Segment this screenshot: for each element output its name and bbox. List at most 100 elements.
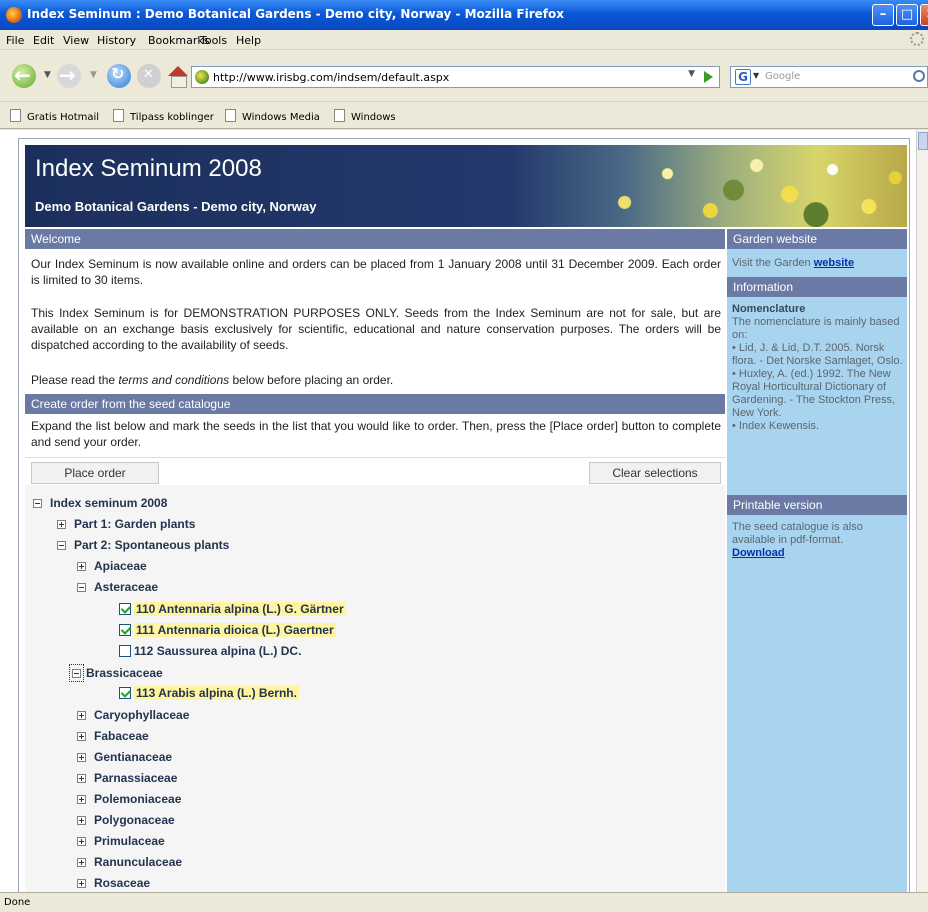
search-placeholder[interactable]: Google bbox=[765, 71, 800, 82]
menu-history[interactable]: History bbox=[97, 34, 136, 47]
website-link[interactable]: website bbox=[814, 257, 854, 269]
menu-edit[interactable]: Edit bbox=[33, 34, 54, 47]
seed-label: 110 Antennaria alpina (L.) G. Gärtner bbox=[134, 602, 346, 616]
stop-button[interactable] bbox=[137, 64, 161, 88]
address-dropdown-icon[interactable]: ▼ bbox=[688, 69, 695, 79]
window-title: Index Seminum : Demo Botanical Gardens -… bbox=[27, 7, 564, 21]
seed-item-110[interactable]: 110 Antennaria alpina (L.) G. Gärtner bbox=[119, 602, 346, 619]
printable-version-text: The seed catalogue is also available in … bbox=[732, 521, 904, 560]
tree-node-asteraceae[interactable]: Asteraceae bbox=[77, 580, 158, 597]
bookmark-windows[interactable]: Windows bbox=[334, 109, 396, 123]
tree-node-part2[interactable]: Part 2: Spontaneous plants bbox=[57, 538, 229, 555]
expand-icon[interactable] bbox=[77, 732, 86, 741]
vertical-scrollbar[interactable] bbox=[916, 130, 928, 892]
site-favicon-icon bbox=[195, 70, 209, 84]
bookmark-label: Gratis Hotmail bbox=[27, 112, 100, 123]
seed-item-113[interactable]: 113 Arabis alpina (L.) Bernh. bbox=[119, 686, 299, 703]
menu-help[interactable]: Help bbox=[236, 34, 261, 47]
clear-selections-button[interactable]: Clear selections bbox=[589, 462, 721, 484]
expand-icon[interactable] bbox=[77, 711, 86, 720]
bookmark-gratis-hotmail[interactable]: Gratis Hotmail bbox=[10, 109, 99, 123]
seed-checkbox-111[interactable] bbox=[119, 624, 131, 636]
minimize-button[interactable]: – bbox=[872, 4, 894, 26]
reload-button[interactable] bbox=[107, 64, 131, 88]
terms-text-after: below before placing an order. bbox=[229, 373, 394, 387]
tree-node-family[interactable]: Polemoniaceae bbox=[77, 792, 181, 809]
tree-node-family[interactable]: Caryophyllaceae bbox=[77, 708, 189, 725]
collapse-icon[interactable] bbox=[57, 541, 66, 550]
tree-node-label: Index seminum 2008 bbox=[50, 496, 168, 510]
tree-node-family[interactable]: Rosaceae bbox=[77, 876, 150, 892]
collapse-icon[interactable] bbox=[77, 583, 86, 592]
tree-node-root[interactable]: Index seminum 2008 bbox=[33, 496, 167, 513]
page-icon bbox=[113, 109, 124, 122]
collapse-icon[interactable] bbox=[72, 669, 81, 678]
home-button[interactable] bbox=[166, 64, 190, 88]
back-history-dropdown-icon[interactable]: ▼ bbox=[44, 70, 51, 80]
tree-node-family[interactable]: Ranunculaceae bbox=[77, 855, 182, 872]
tree-node-label: Polygonaceae bbox=[94, 813, 175, 827]
bookmark-label: Windows bbox=[351, 112, 396, 123]
seed-label: 113 Arabis alpina (L.) Bernh. bbox=[134, 686, 299, 700]
page-subtitle: Demo Botanical Gardens - Demo city, Norw… bbox=[35, 199, 317, 214]
download-link[interactable]: Download bbox=[732, 547, 785, 559]
expand-icon[interactable] bbox=[77, 795, 86, 804]
tree-node-family[interactable]: Primulaceae bbox=[77, 834, 165, 851]
tree-node-brassicaceae[interactable]: Brassicaceae bbox=[69, 664, 163, 682]
forward-button[interactable] bbox=[57, 63, 81, 88]
maximize-button[interactable]: □ bbox=[896, 4, 918, 26]
seed-checkbox-112[interactable] bbox=[119, 645, 131, 657]
bookmark-tilpass-koblinger[interactable]: Tilpass koblinger bbox=[113, 109, 214, 123]
tree-node-label: Part 2: Spontaneous plants bbox=[74, 538, 230, 552]
flowers-image bbox=[585, 145, 907, 227]
expand-icon[interactable] bbox=[77, 774, 86, 783]
window-titlebar: Index Seminum : Demo Botanical Gardens -… bbox=[0, 0, 928, 30]
expand-icon[interactable] bbox=[77, 879, 86, 888]
tree-node-family[interactable]: Parnassiaceae bbox=[77, 771, 177, 788]
menu-view[interactable]: View bbox=[63, 34, 89, 47]
nomenclature-line: • Lid, J. & Lid, D.T. 2005. Norsk flora.… bbox=[732, 342, 903, 367]
close-button[interactable]: ✕ bbox=[920, 4, 928, 26]
expand-icon[interactable] bbox=[77, 816, 86, 825]
address-url[interactable]: http://www.irisbg.com/indsem/default.asp… bbox=[213, 71, 449, 84]
menu-tools[interactable]: Tools bbox=[200, 34, 227, 47]
terms-link[interactable]: terms and conditions bbox=[118, 373, 229, 387]
page-viewport: Index Seminum 2008 Demo Botanical Garden… bbox=[0, 130, 928, 892]
seed-checkbox-113[interactable] bbox=[119, 687, 131, 699]
status-bar: Done bbox=[0, 892, 928, 912]
navigation-toolbar: ▼ ▼ http://www.irisbg.com/indsem/default… bbox=[0, 50, 928, 102]
search-bar[interactable]: G ▼ Google bbox=[730, 66, 928, 88]
tree-node-label: Asteraceae bbox=[94, 580, 159, 594]
tree-node-apiaceae[interactable]: Apiaceae bbox=[77, 559, 147, 576]
expand-icon[interactable] bbox=[57, 520, 66, 529]
tree-node-family[interactable]: Fabaceae bbox=[77, 729, 149, 746]
forward-history-dropdown-icon[interactable]: ▼ bbox=[90, 70, 97, 80]
search-icon[interactable] bbox=[913, 70, 925, 82]
seed-item-112[interactable]: 112 Saussurea alpina (L.) DC. bbox=[119, 644, 301, 661]
engine-dropdown-icon[interactable]: ▼ bbox=[753, 71, 759, 80]
seed-checkbox-110[interactable] bbox=[119, 603, 131, 615]
tree-node-family[interactable]: Gentianaceae bbox=[77, 750, 172, 767]
back-button[interactable] bbox=[12, 63, 36, 88]
tree-node-part1[interactable]: Part 1: Garden plants bbox=[57, 517, 195, 534]
tree-node-label: Brassicaceae bbox=[86, 666, 163, 680]
expand-icon[interactable] bbox=[77, 562, 86, 571]
activity-throbber-icon bbox=[910, 32, 924, 46]
firefox-logo-icon bbox=[6, 7, 22, 23]
place-order-button[interactable]: Place order bbox=[31, 462, 159, 484]
expand-icon[interactable] bbox=[77, 753, 86, 762]
scrollbar-thumb[interactable] bbox=[918, 132, 928, 150]
bookmark-windows-media[interactable]: Windows Media bbox=[225, 109, 320, 123]
seed-item-111[interactable]: 111 Antennaria dioica (L.) Gaertner bbox=[119, 623, 336, 640]
menu-file[interactable]: File bbox=[6, 34, 24, 47]
expand-icon[interactable] bbox=[77, 837, 86, 846]
address-bar[interactable]: http://www.irisbg.com/indsem/default.asp… bbox=[191, 66, 720, 88]
collapse-icon[interactable] bbox=[33, 499, 42, 508]
tree-node-label: Part 1: Garden plants bbox=[74, 517, 196, 531]
information-heading: Information bbox=[727, 277, 907, 297]
tree-node-label: Ranunculaceae bbox=[94, 855, 183, 869]
google-engine-icon[interactable]: G bbox=[735, 69, 751, 85]
go-button-icon[interactable] bbox=[699, 68, 717, 86]
expand-icon[interactable] bbox=[77, 858, 86, 867]
tree-node-family[interactable]: Polygonaceae bbox=[77, 813, 175, 830]
